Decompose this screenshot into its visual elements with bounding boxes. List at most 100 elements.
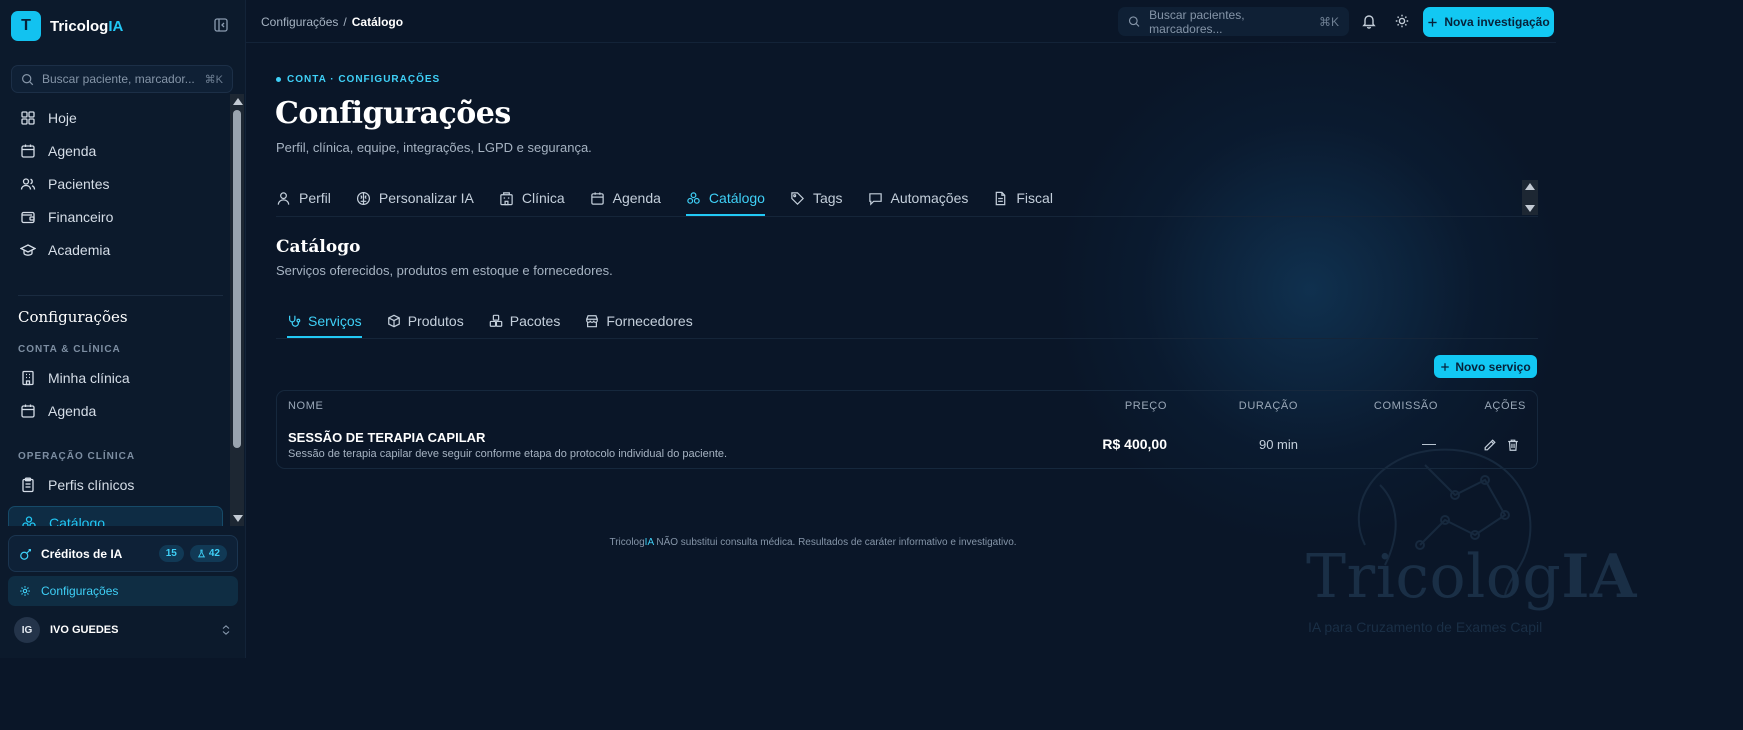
- avatar: IG: [14, 617, 40, 643]
- eyebrow-dot: [276, 77, 281, 82]
- user-menu[interactable]: IG IVO GUEDES: [14, 617, 232, 643]
- tab-clinica[interactable]: Clínica: [499, 180, 565, 216]
- scroll-down-icon[interactable]: [1525, 205, 1535, 212]
- subtab-pacotes[interactable]: Pacotes: [489, 304, 560, 338]
- boxes-icon: [489, 314, 503, 327]
- watermark-tagline: IA para Cruzamento de Exames Capil: [1308, 619, 1543, 635]
- sidebar-item-agenda[interactable]: Agenda: [8, 134, 223, 168]
- sidebar: T TricologIA Buscar paciente, marcador..…: [0, 0, 246, 658]
- sidebar-item-label: Hoje: [48, 110, 77, 126]
- sidebar-item-perfis-clinicos[interactable]: Perfis clínicos: [8, 468, 223, 502]
- sidebar-item-hoje[interactable]: Hoje: [8, 101, 223, 135]
- tag-icon: [791, 191, 804, 205]
- tab-perfil[interactable]: Perfil: [276, 180, 331, 216]
- graduation-cap-icon: [20, 244, 36, 256]
- service-description: Sessão de terapia capilar deve seguir co…: [288, 448, 728, 460]
- page-eyebrow: CONTA · CONFIGURAÇÕES: [276, 74, 440, 85]
- column-header-commission: COMISSÃO: [1373, 400, 1438, 412]
- subtab-servicos[interactable]: Serviços: [287, 304, 362, 338]
- search-shortcut: ⌘K: [204, 73, 223, 86]
- sidebar-scrollbar[interactable]: [230, 94, 244, 526]
- sidebar-group-label: OPERAÇÃO CLÍNICA: [18, 451, 136, 462]
- brain-icon: [356, 191, 370, 205]
- sidebar-settings-heading: Configurações: [18, 308, 128, 326]
- file-icon: [996, 191, 1006, 205]
- subtab-fornecedores[interactable]: Fornecedores: [585, 304, 693, 338]
- sidebar-item-label: Minha clínica: [48, 370, 130, 386]
- brand[interactable]: T TricologIA: [11, 11, 123, 41]
- edit-icon[interactable]: [1483, 438, 1497, 452]
- flask-icon: [197, 549, 205, 558]
- scroll-thumb[interactable]: [233, 110, 241, 448]
- column-header-duration: DURAÇÃO: [1238, 400, 1298, 412]
- sun-icon[interactable]: [1394, 13, 1410, 29]
- sidebar-item-academia[interactable]: Academia: [8, 233, 223, 267]
- search-icon: [22, 73, 34, 85]
- sidebar-item-label: Academia: [48, 242, 111, 258]
- gear-icon: [20, 586, 30, 596]
- calendar-icon: [590, 191, 604, 205]
- tab-fiscal[interactable]: Fiscal: [993, 180, 1053, 216]
- new-investigation-button[interactable]: Nova investigação: [1423, 7, 1554, 37]
- chevron-up-down-icon: [222, 625, 230, 635]
- sidebar-search-placeholder: Buscar paciente, marcador...: [42, 72, 195, 86]
- breadcrumb-parent[interactable]: Configurações: [261, 15, 338, 29]
- sidebar-search-input[interactable]: Buscar paciente, marcador... ⌘K: [11, 65, 233, 93]
- bell-icon[interactable]: [1361, 13, 1377, 29]
- divider: [276, 338, 1538, 339]
- settings-link-label: Configurações: [41, 584, 119, 598]
- scroll-down-icon[interactable]: [233, 515, 243, 522]
- breadcrumb-current: Catálogo: [351, 15, 404, 29]
- new-investigation-label: Nova investigação: [1444, 15, 1550, 29]
- clipboard-icon: [22, 477, 34, 493]
- brand-name: TricologIA: [50, 17, 124, 35]
- brand-logo: T: [11, 11, 41, 41]
- scroll-up-icon[interactable]: [1525, 183, 1535, 190]
- breadcrumb-separator: /: [343, 15, 347, 29]
- search-shortcut: ⌘K: [1318, 14, 1339, 29]
- plus-icon: [1441, 362, 1450, 371]
- sidebar-item-pacientes[interactable]: Pacientes: [8, 167, 223, 201]
- services-table: NOME PREÇO DURAÇÃO COMISSÃO AÇÕES SESSÃO…: [276, 390, 1538, 469]
- service-price: R$ 400,00: [1102, 436, 1167, 452]
- box-icon: [387, 314, 400, 328]
- credits-label: Créditos de IA: [41, 546, 123, 561]
- users-icon: [20, 178, 36, 190]
- page-subtitle: Perfil, clínica, equipe, integrações, LG…: [276, 140, 592, 155]
- disclaimer: TricologIA NÃO substitui consulta médica…: [609, 537, 1017, 548]
- message-icon: [868, 192, 882, 206]
- tab-automacoes[interactable]: Automações: [868, 180, 968, 216]
- service-name: SESSÃO DE TERAPIA CAPILAR: [288, 430, 486, 445]
- sidebar-item-label: Catálogo: [49, 515, 106, 526]
- tab-personalizar-ia[interactable]: Personalizar IA: [356, 180, 474, 216]
- catalog-subtabs: Serviços Produtos Pacotes Fornecedores: [287, 304, 718, 339]
- collapse-sidebar-icon[interactable]: [213, 17, 229, 33]
- new-service-label: Novo serviço: [1455, 359, 1531, 374]
- sidebar-group-label: CONTA & CLÍNICA: [18, 344, 121, 355]
- column-header-price: PREÇO: [1124, 400, 1167, 412]
- sidebar-item-minha-clinica[interactable]: Minha clínica: [8, 361, 223, 395]
- new-service-button[interactable]: Novo serviço: [1434, 355, 1537, 378]
- sidebar-item-agenda-settings[interactable]: Agenda: [8, 394, 223, 428]
- section-subtitle: Serviços oferecidos, produtos em estoque…: [276, 263, 613, 278]
- settings-link[interactable]: Configurações: [8, 576, 238, 606]
- service-duration: 90 min: [1258, 437, 1298, 452]
- sidebar-item-label: Agenda: [48, 143, 97, 159]
- tab-agenda[interactable]: Agenda: [590, 180, 661, 216]
- tabs-scrollbar[interactable]: [1522, 180, 1538, 215]
- stethoscope-icon: [289, 315, 301, 327]
- sidebar-item-label: Agenda: [48, 403, 97, 419]
- subtab-produtos[interactable]: Produtos: [387, 304, 464, 338]
- sidebar-item-catalogo[interactable]: Catálogo: [8, 506, 223, 526]
- tab-tags[interactable]: Tags: [790, 180, 843, 216]
- search-icon: [1128, 16, 1140, 27]
- watermark-text: TricologIA: [1306, 542, 1637, 612]
- catalog-icon: [687, 191, 700, 204]
- trash-icon[interactable]: [1506, 438, 1520, 452]
- user-name: IVO GUEDES: [50, 624, 119, 636]
- sidebar-item-financeiro[interactable]: Financeiro: [8, 200, 223, 234]
- tab-catalogo[interactable]: Catálogo: [685, 180, 766, 216]
- sidebar-nav: Hoje Agenda Pacientes Financeiro Academi…: [0, 98, 246, 526]
- grid-icon: [21, 111, 35, 125]
- scroll-up-icon[interactable]: [233, 98, 243, 105]
